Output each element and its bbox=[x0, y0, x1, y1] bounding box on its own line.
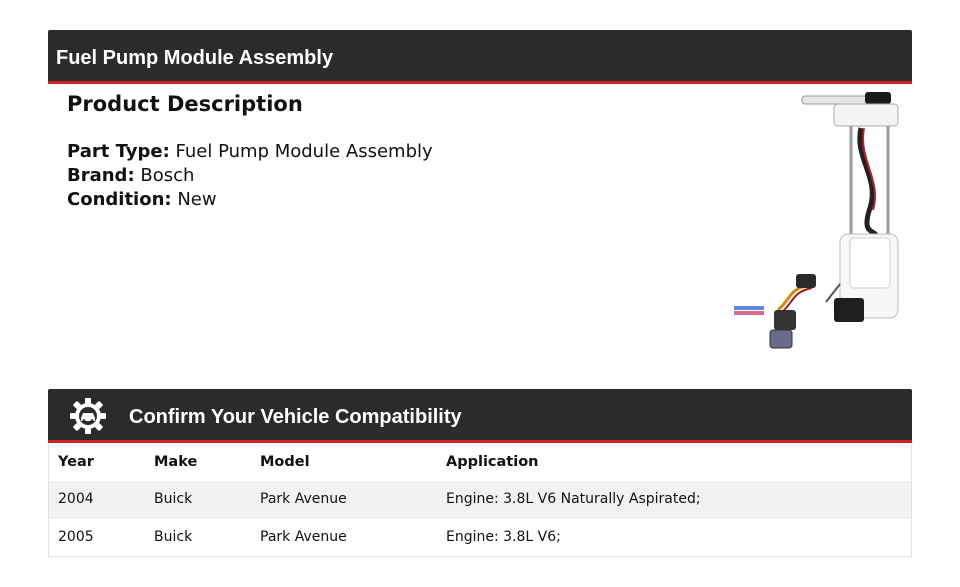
spec-part-type: Part Type: Fuel Pump Module Assembly bbox=[67, 140, 433, 164]
cell-model: Park Avenue bbox=[260, 528, 347, 545]
cell-application: Engine: 3.8L V6; bbox=[446, 528, 561, 545]
product-title-banner: Fuel Pump Module Assembly bbox=[48, 30, 912, 84]
spec-part-type-value: Fuel Pump Module Assembly bbox=[175, 141, 433, 162]
compatibility-title: Confirm Your Vehicle Compatibility bbox=[129, 406, 462, 428]
table-header-row: Year Make Model Application bbox=[49, 444, 911, 481]
column-header-make: Make bbox=[154, 454, 198, 470]
spec-condition-value: New bbox=[177, 189, 217, 210]
cell-make: Buick bbox=[154, 491, 193, 507]
product-title: Fuel Pump Module Assembly bbox=[56, 47, 334, 69]
cell-application: Engine: 3.8L V6 Naturally Aspirated; bbox=[446, 491, 701, 507]
product-image bbox=[734, 92, 899, 349]
spec-brand-value: Bosch bbox=[140, 165, 195, 186]
cell-year: 2004 bbox=[58, 491, 94, 507]
gear-car-icon bbox=[70, 398, 106, 434]
description-heading: Product Description bbox=[67, 92, 303, 116]
compatibility-table: Year Make Model Application 2004 Buick P… bbox=[48, 444, 912, 557]
table-row: 2004 Buick Park Avenue Engine: 3.8L V6 N… bbox=[49, 481, 911, 519]
column-header-application: Application bbox=[446, 454, 539, 470]
product-description: Product Description bbox=[67, 90, 303, 118]
spec-list: Part Type: Fuel Pump Module Assembly Bra… bbox=[67, 140, 433, 212]
column-header-model: Model bbox=[260, 454, 310, 470]
spec-condition-label: Condition: bbox=[67, 189, 172, 210]
cell-year: 2005 bbox=[58, 528, 94, 545]
spec-brand-label: Brand: bbox=[67, 165, 135, 186]
spec-brand: Brand: Bosch bbox=[67, 164, 433, 188]
cell-model: Park Avenue bbox=[260, 491, 347, 507]
column-header-year: Year bbox=[58, 454, 94, 470]
cell-make: Buick bbox=[154, 528, 193, 545]
compatibility-banner: Confirm Your Vehicle Compatibility bbox=[48, 389, 912, 443]
spec-part-type-label: Part Type: bbox=[67, 141, 170, 162]
spec-condition: Condition: New bbox=[67, 188, 433, 212]
table-row: 2005 Buick Park Avenue Engine: 3.8L V6; bbox=[49, 519, 911, 557]
